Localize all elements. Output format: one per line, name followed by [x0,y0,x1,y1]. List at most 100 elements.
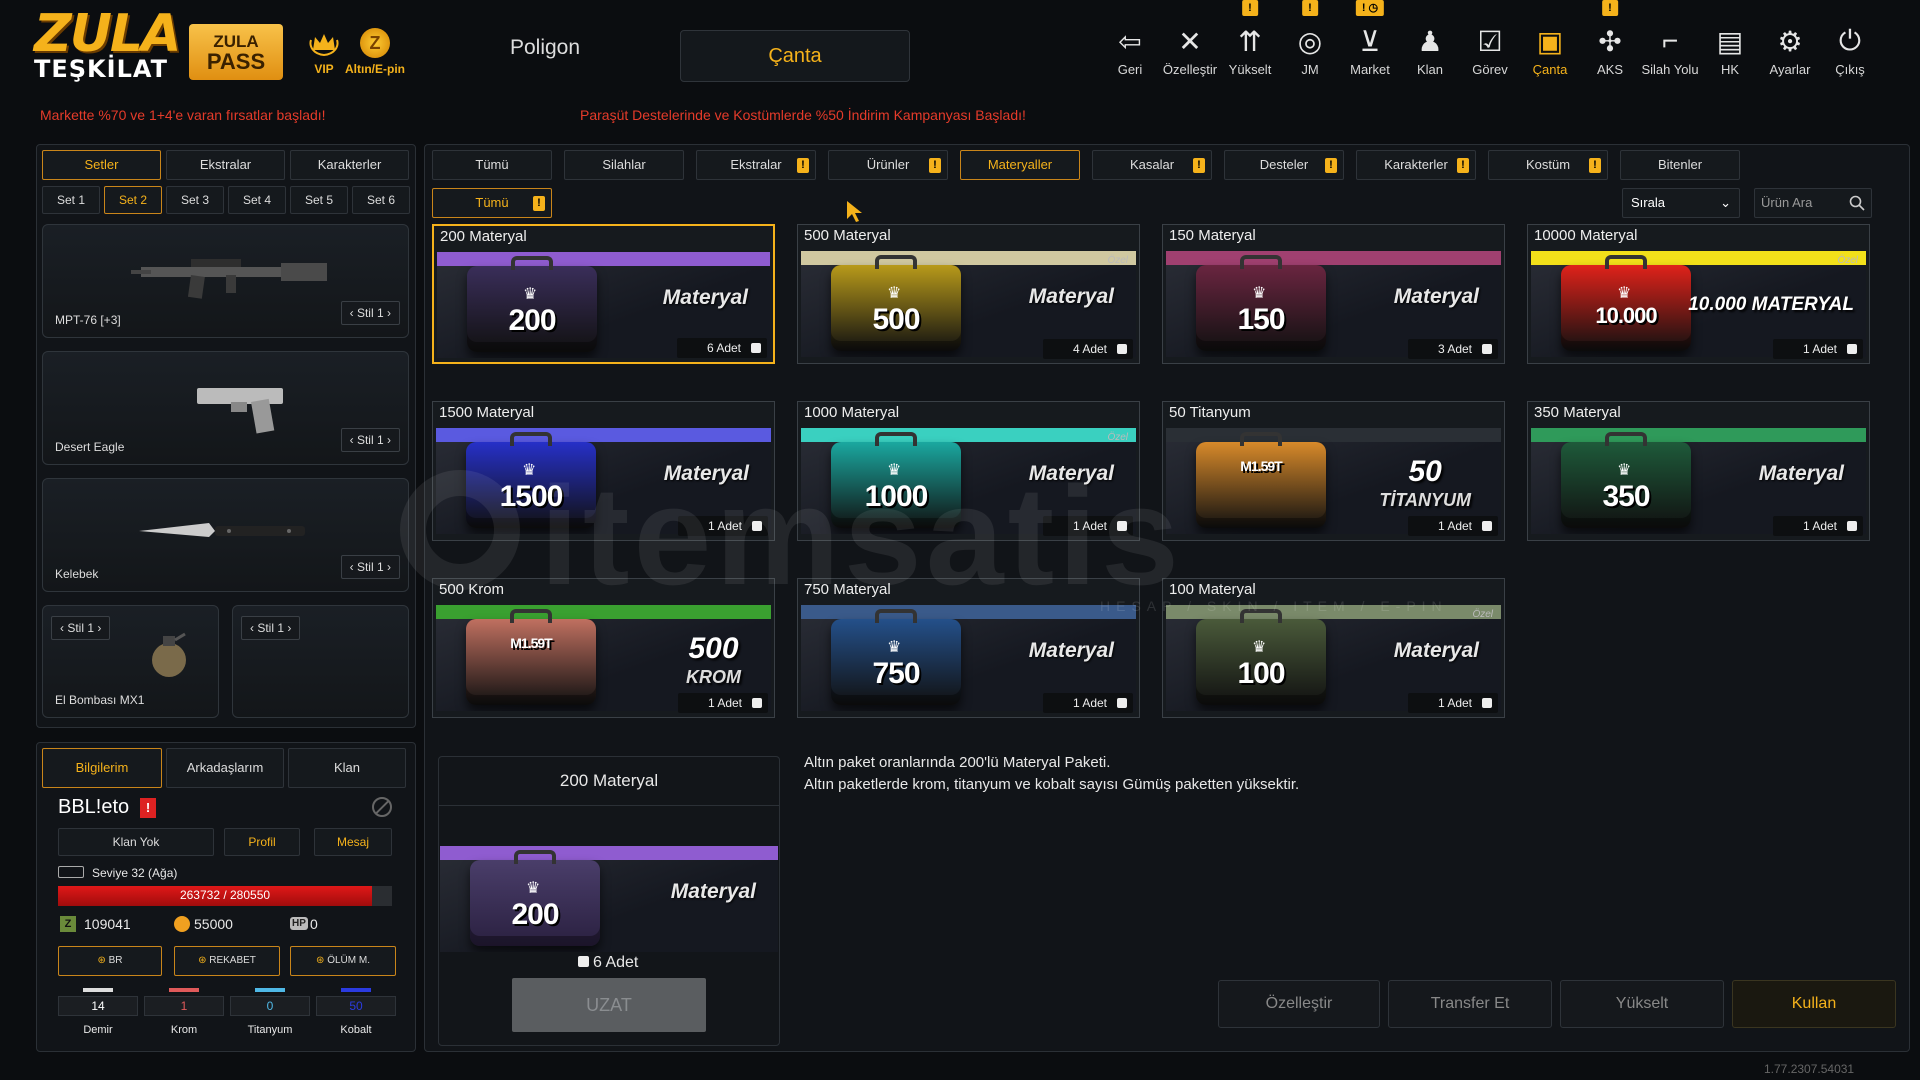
nav-clan[interactable]: ♟ Klan [1400,0,1460,90]
nav-upgrade[interactable]: ! ⇈ Yükselt [1220,0,1280,90]
case-icon: ♛ 350 [1561,432,1691,528]
category-tab[interactable]: Silahlar [564,150,684,180]
upgrade-button[interactable]: Yükselt [1560,980,1724,1028]
nav-bag[interactable]: ▣ Çanta [1520,0,1580,90]
category-tab[interactable]: Kostüm! [1488,150,1608,180]
mode-rekabet[interactable]: ⊛ REKABET [174,946,280,976]
inventory-item[interactable]: 350 Materyal ♛ 350 Materyal 1 Adet [1527,401,1870,541]
inventory-item[interactable]: 150 Materyal ♛ 150 Materyal 3 Adet [1162,224,1505,364]
nav-tools[interactable]: ✕ Özelleştir [1160,0,1220,90]
case-icon: ♛ 150 [1196,255,1326,351]
case-icon: ♛ 200 [467,256,597,352]
nav-task[interactable]: ☑ Görev [1460,0,1520,90]
hp-icon: HP [290,917,308,930]
empty-slot[interactable]: ‹ Stil 1 › [232,605,409,718]
category-tab[interactable]: Bitenler [1620,150,1740,180]
notification-badge: ! ◷ [1355,0,1385,16]
box-icon [1847,344,1857,354]
tab-arkadaslarim[interactable]: Arkadaşlarım [166,748,284,788]
style-selector[interactable]: ‹ Stil 1 › [340,555,400,579]
style-selector[interactable]: ‹ Stil 1 › [340,428,400,452]
warning-icon: ! [797,158,809,173]
category-tab[interactable]: Karakterler! [1356,150,1476,180]
nav-gear[interactable]: ⚙ Ayarlar [1760,0,1820,90]
tab-karakterler-left[interactable]: Karakterler [290,150,409,180]
weapon-slot-melee[interactable]: Kelebek ‹ Stil 1 › [42,478,409,592]
tab-klan[interactable]: Klan [288,748,406,788]
category-tab[interactable]: Kasalar! [1092,150,1212,180]
nav-coins[interactable]: ! ◎ JM [1280,0,1340,90]
nav-wallet[interactable]: ▤ HK [1700,0,1760,90]
knife-icon [139,523,305,537]
style-selector[interactable]: ‹ Stil 1 › [340,301,400,325]
use-button[interactable]: Kullan [1732,980,1896,1028]
tools-icon: ✕ [1178,25,1202,57]
tab-bilgilerim[interactable]: Bilgilerim [42,748,162,788]
style-selector[interactable]: ‹ Stil 1 › [241,616,301,640]
watermark-logo-icon [400,470,520,590]
detail-count: 6 Adet [578,954,638,972]
weapon-slot-primary[interactable]: MPT-76 [+3] ‹ Stil 1 › [42,224,409,338]
message-button[interactable]: Mesaj [314,828,392,856]
category-tab[interactable]: Tümü [432,150,552,180]
nav-cart[interactable]: ! ◷ ⊻ Market [1340,0,1400,90]
task-icon: ☑ [1477,25,1503,57]
gold-amount: 55000 [194,916,233,932]
zula-logo: ZULA TEŞKİLAT [34,4,181,83]
resource-color-bar [169,988,199,992]
search-input[interactable]: Ürün Ara [1754,188,1872,218]
category-tab[interactable]: Ürünler! [828,150,948,180]
nav-power[interactable]: ⏻ Çıkış [1820,0,1880,90]
ticker-right: Paraşüt Destelerinde ve Kostümlerde %50 … [580,107,1026,123]
zula-pass-button[interactable]: ZULA PASS [189,24,283,80]
profile-button[interactable]: Profil [224,828,300,856]
set-tab[interactable]: Set 6 [352,186,410,214]
category-tab[interactable]: Desteler! [1224,150,1344,180]
box-icon [1482,698,1492,708]
vip-crown-icon [309,28,339,58]
sort-select[interactable]: Sırala ⌄ [1622,188,1740,218]
resource-1: 1 Krom [144,988,224,1036]
set-tab[interactable]: Set 1 [42,186,100,214]
set-tab[interactable]: Set 5 [290,186,348,214]
weapon-slot-secondary[interactable]: Desert Eagle ‹ Stil 1 › [42,351,409,465]
subfilter-all[interactable]: Tümü! [432,188,552,218]
detail-image: ♛ 200 Materyal [440,846,778,952]
box-icon [1482,344,1492,354]
nav-gun[interactable]: ⌐ Silah Yolu [1640,0,1700,90]
case-icon: ♛ 10.000 [1561,255,1691,351]
inventory-item[interactable]: 200 Materyal ♛ 200 Materyal 6 Adet [432,224,775,364]
box-icon [578,956,589,967]
category-tab[interactable]: Ekstralar! [696,150,816,180]
tab-setler[interactable]: Setler [42,150,161,180]
category-tab[interactable]: Materyaller [960,150,1080,180]
wallet-icon: ▤ [1716,25,1744,57]
set-tab[interactable]: Set 2 [104,186,162,214]
hp-amount: 0 [310,916,318,932]
mode-olum-mac[interactable]: ⊛ ÖLÜM M. [290,946,396,976]
extend-button[interactable]: UZAT [512,978,706,1032]
warning-icon: ! [1193,158,1205,173]
style-selector[interactable]: ‹ Stil 1 › [51,616,111,640]
tab-ekstralar-left[interactable]: Ekstralar [166,150,285,180]
watermark: itemsatis [540,457,1183,614]
set-tab[interactable]: Set 3 [166,186,224,214]
resource-3: 50 Kobalt [316,988,396,1036]
inventory-item[interactable]: 500 Materyal Özel ♛ 500 Materyal 4 Adet [797,224,1140,364]
transfer-button[interactable]: Transfer Et [1388,980,1552,1028]
grenade-slot[interactable]: ‹ Stil 1 › El Bombası MX1 [42,605,219,718]
chevron-down-icon: ⌄ [1720,195,1731,210]
set-tab[interactable]: Set 4 [228,186,286,214]
inventory-item[interactable]: 10000 Materyal Özel ♛ 10.000 10.000 MATERYAL… [1527,224,1870,364]
nav-back[interactable]: ⇦ Geri [1100,0,1160,90]
nav-aks[interactable]: ! ✣ AKS [1580,0,1640,90]
customize-button[interactable]: Özelleştir [1218,980,1380,1028]
vip-button[interactable]: VIP [305,28,343,76]
inventory-item[interactable]: 50 Titanyum M1.59T 50 TİTANYUM 1 Adet [1162,401,1505,541]
gold-coin-icon: Z [360,28,390,58]
block-icon[interactable] [372,797,392,817]
current-section-button[interactable]: Çanta [680,30,910,82]
gold-epin-button[interactable]: Z Altın/E-pin [342,28,408,76]
resource-0: 14 Demir [58,988,138,1036]
mode-br[interactable]: ⊛ BR [58,946,162,976]
